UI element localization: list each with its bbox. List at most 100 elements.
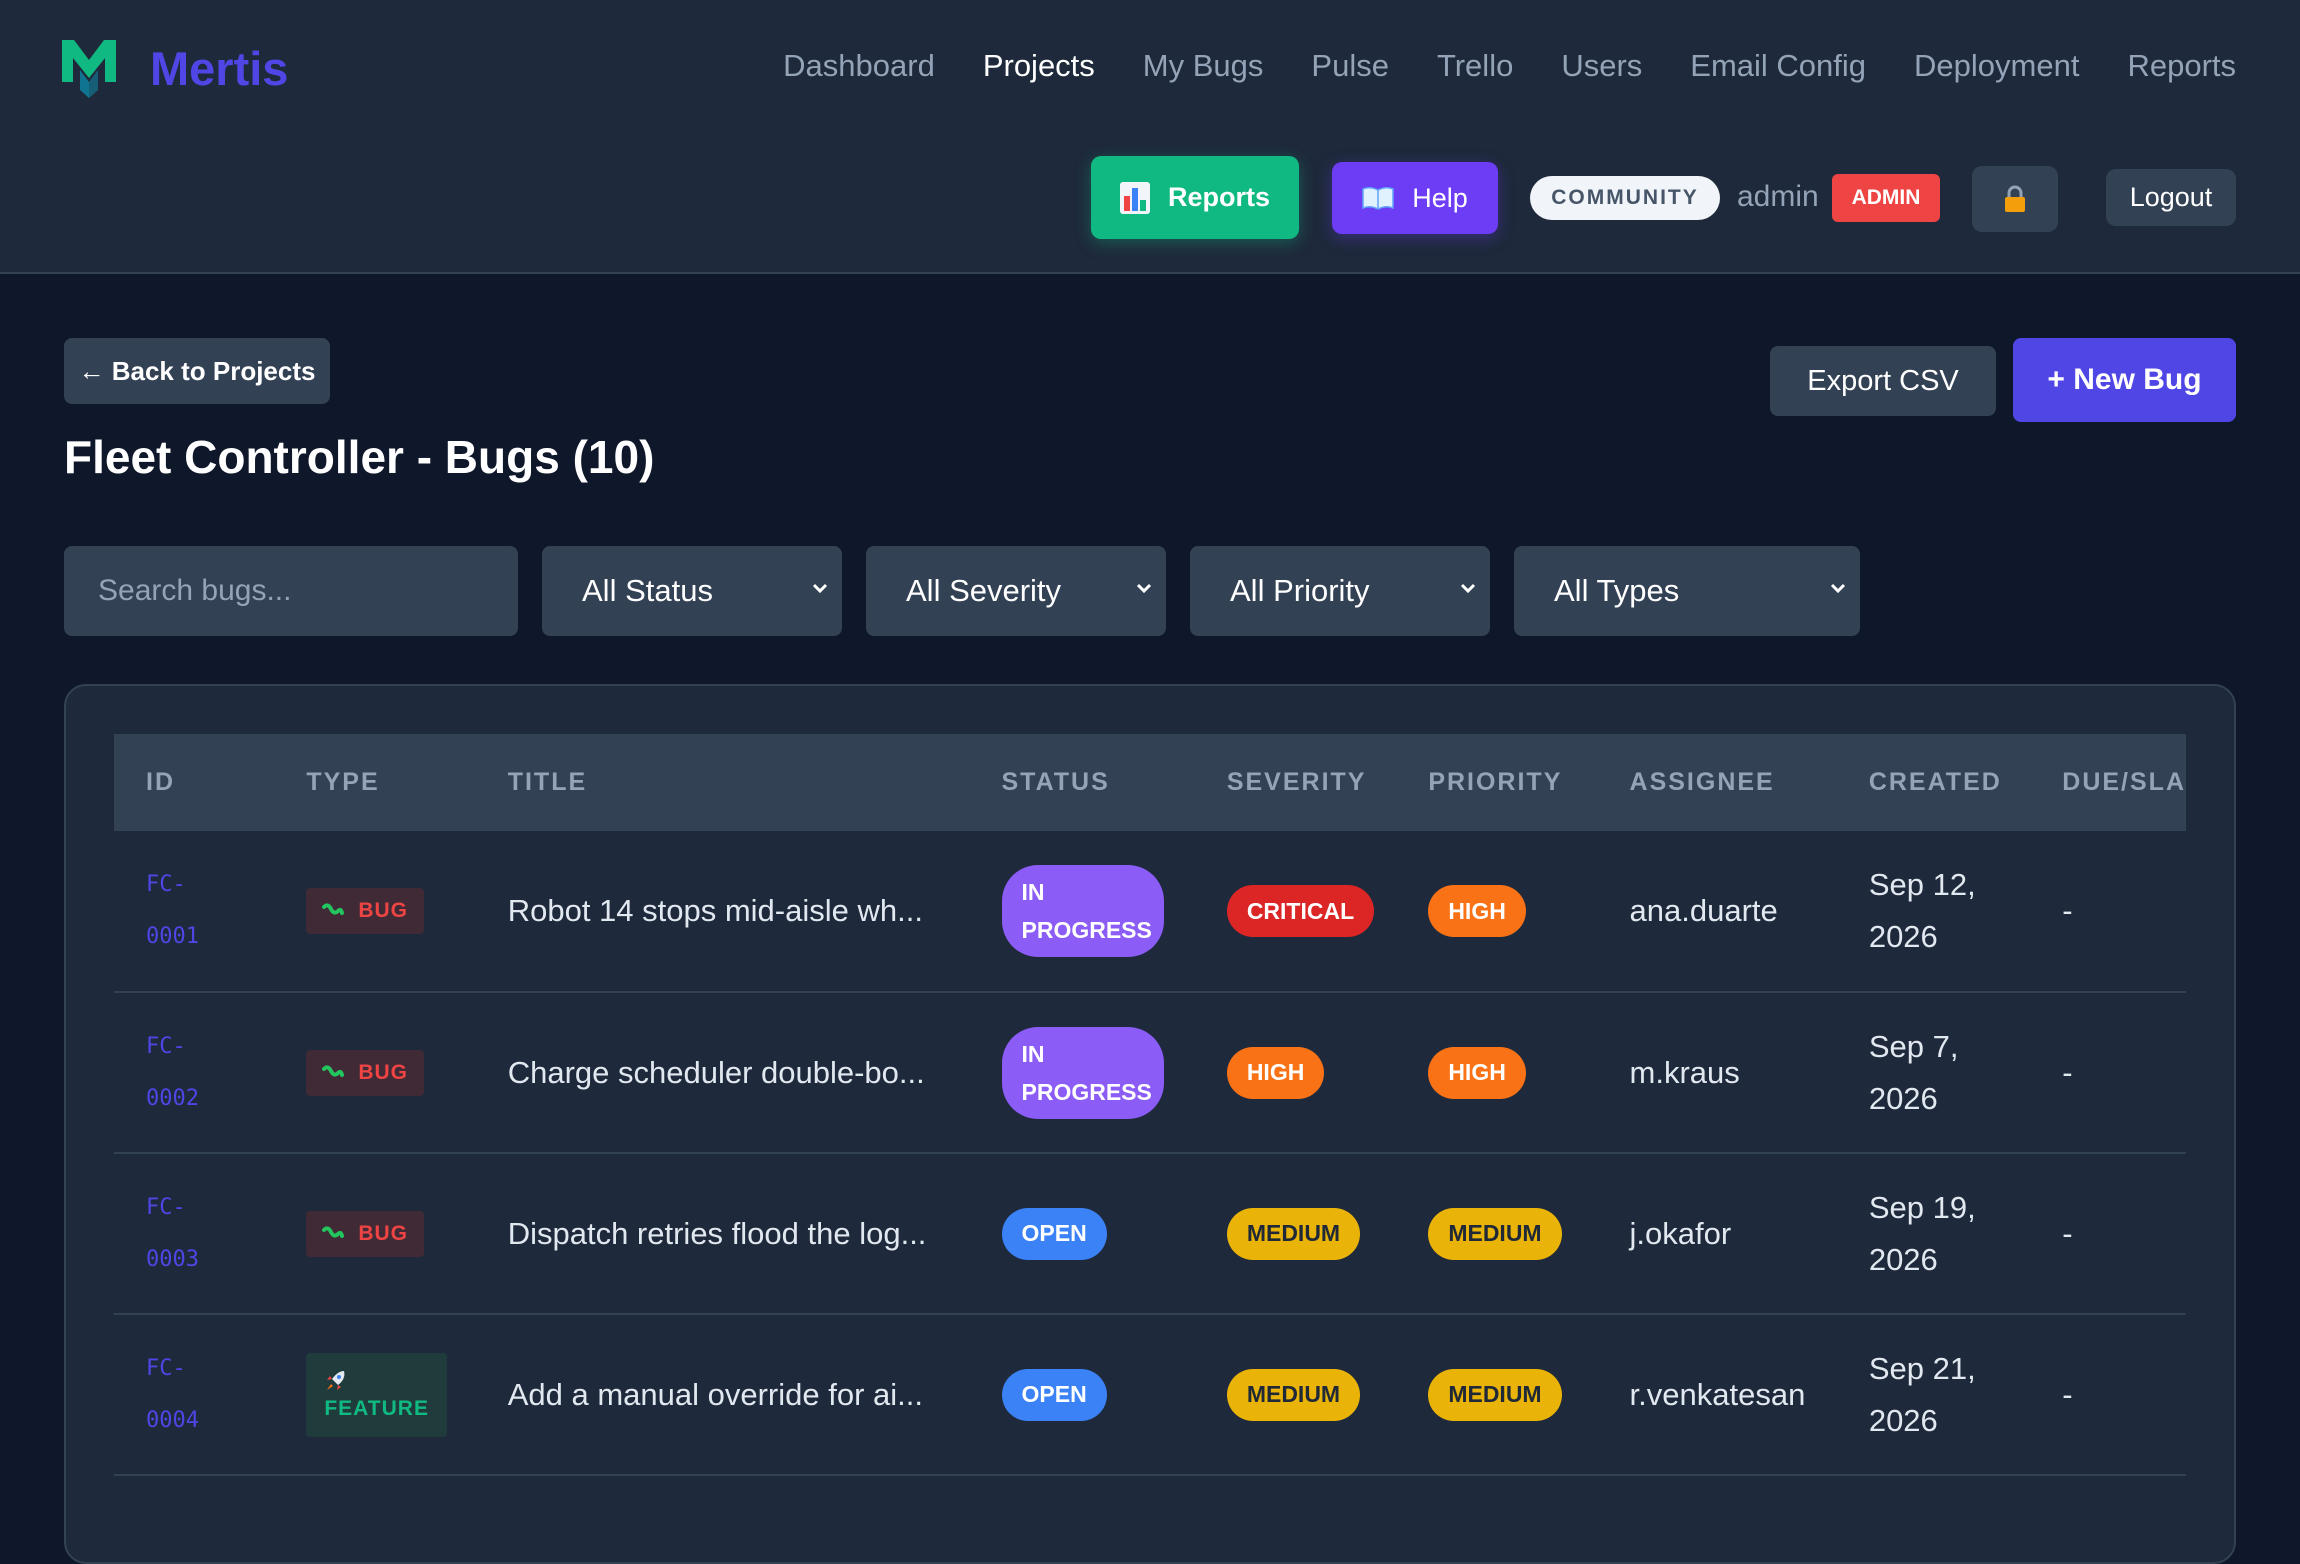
- bug-id-number: 0004: [146, 1407, 199, 1433]
- table-row[interactable]: FC- 0001 BUG Robot 14 stops mid-aisle wh.…: [114, 831, 2186, 992]
- due-sla: -: [2062, 1054, 2073, 1090]
- nav-deployment[interactable]: Deployment: [1914, 48, 2079, 84]
- column-header-created[interactable]: CREATED: [1837, 734, 2030, 831]
- bug-title[interactable]: Charge scheduler double-bo...: [476, 992, 970, 1153]
- chevron-down-icon: [1136, 583, 1152, 594]
- lock-icon: [2005, 185, 2025, 212]
- column-header-status[interactable]: STATUS: [970, 734, 1195, 831]
- bug-icon: [322, 903, 345, 915]
- nav-trello[interactable]: Trello: [1437, 48, 1513, 84]
- type-filter-value: All Types: [1554, 573, 1680, 608]
- bug-title[interactable]: Dispatch retries flood the log...: [476, 1153, 970, 1314]
- help-button[interactable]: Help: [1332, 162, 1498, 234]
- created-date-line1: Sep 7,: [1868, 1028, 1959, 1064]
- priority-filter[interactable]: All Priority: [1190, 546, 1490, 636]
- type-badge-label: FEATURE: [324, 1396, 429, 1420]
- table-row[interactable]: FC- 0003 BUG Dispatch retries flood the l…: [114, 1153, 2186, 1314]
- created-date-line2: 2026: [1868, 1241, 1938, 1277]
- status-badge-line1: IN: [1021, 879, 1045, 905]
- bug-id-link[interactable]: FC- 0002: [114, 992, 274, 1153]
- brand-name: Mertis: [150, 41, 289, 95]
- nav-projects[interactable]: Projects: [983, 48, 1095, 84]
- nav-email-config[interactable]: Email Config: [1690, 48, 1866, 84]
- created-date-line2: 2026: [1868, 1080, 1938, 1116]
- nav-my-bugs[interactable]: My Bugs: [1143, 48, 1264, 84]
- column-header-priority[interactable]: PRIORITY: [1396, 734, 1597, 831]
- status-badge: OPEN: [1001, 1207, 1107, 1260]
- created-date-line1: Sep 19,: [1868, 1189, 1976, 1225]
- assignee: m.kraus: [1629, 1054, 1740, 1090]
- main-nav: Dashboard Projects My Bugs Pulse Trello …: [735, 48, 2236, 84]
- bug-id-prefix: FC-: [146, 1355, 186, 1381]
- status-badge: IN PROGRESS: [1001, 865, 1164, 957]
- column-header-severity[interactable]: SEVERITY: [1195, 734, 1397, 831]
- back-to-projects-button[interactable]: ← Back to Projects: [64, 338, 330, 404]
- edition-badge: COMMUNITY: [1530, 176, 1720, 220]
- severity-badge: CRITICAL: [1226, 885, 1375, 937]
- reports-button-label: Reports: [1167, 182, 1270, 212]
- created-date-line1: Sep 21,: [1868, 1350, 1976, 1386]
- status-filter[interactable]: All Status: [542, 546, 842, 636]
- new-bug-button[interactable]: + New Bug: [2013, 338, 2236, 422]
- bug-icon: [322, 1225, 345, 1238]
- priority-badge: MEDIUM: [1428, 1368, 1562, 1421]
- type-filter[interactable]: All Types: [1514, 546, 1860, 636]
- status-filter-value: All Status: [582, 573, 713, 608]
- search-input[interactable]: [64, 546, 518, 636]
- top-header: Mertis Dashboard Projects My Bugs Pulse …: [0, 0, 2300, 274]
- nav-pulse[interactable]: Pulse: [1311, 48, 1389, 84]
- due-sla: -: [2062, 1215, 2073, 1251]
- created-date-line2: 2026: [1868, 919, 1938, 954]
- status-badge: IN PROGRESS: [1001, 1026, 1164, 1119]
- type-badge: BUG: [306, 888, 425, 934]
- assignee: j.okafor: [1629, 1215, 1732, 1251]
- chevron-down-icon: [1460, 583, 1476, 594]
- bug-id-prefix: FC-: [146, 1194, 186, 1220]
- table-row[interactable]: FC- 0002 BUG Charge scheduler double-bo..…: [114, 992, 2186, 1153]
- chevron-down-icon: [1830, 583, 1846, 594]
- bug-id-prefix: FC-: [146, 1033, 186, 1059]
- bug-id-link[interactable]: FC- 0004: [114, 1314, 274, 1475]
- type-badge-label: BUG: [358, 899, 409, 922]
- column-header-assignee[interactable]: ASSIGNEE: [1598, 734, 1837, 831]
- status-badge-line1: IN: [1021, 1040, 1045, 1067]
- bug-id-link[interactable]: FC- 0003: [114, 1153, 274, 1314]
- table-header-row: ID TYPE TITLE STATUS SEVERITY PRIORITY A…: [114, 734, 2186, 831]
- bar-chart-icon: [1119, 181, 1150, 214]
- bug-icon: [322, 1064, 345, 1077]
- table-row[interactable]: FC- 0004 FEATURE Add a manual override fo…: [114, 1314, 2186, 1475]
- brand[interactable]: Mertis: [62, 38, 288, 98]
- assignee: r.venkatesan: [1629, 1376, 1806, 1412]
- export-csv-button[interactable]: Export CSV: [1770, 346, 1996, 416]
- reports-button[interactable]: Reports: [1091, 156, 1299, 239]
- bug-id-link[interactable]: FC- 0001: [114, 831, 274, 992]
- created-date-line1: Sep 12,: [1868, 867, 1976, 902]
- created-date: Sep 12, 2026: [1837, 831, 2030, 992]
- status-badge: OPEN: [1001, 1368, 1107, 1421]
- priority-badge: HIGH: [1428, 1046, 1526, 1099]
- page-title: Fleet Controller - Bugs (10): [64, 431, 655, 483]
- column-header-id[interactable]: ID: [114, 734, 274, 831]
- severity-filter-value: All Severity: [906, 573, 1062, 608]
- severity-filter[interactable]: All Severity: [866, 546, 1166, 636]
- bug-id-number: 0001: [146, 924, 199, 949]
- column-header-type[interactable]: TYPE: [274, 734, 475, 831]
- logout-button[interactable]: Logout: [2106, 169, 2236, 226]
- nav-reports[interactable]: Reports: [2127, 48, 2236, 84]
- severity-badge: HIGH: [1226, 1046, 1325, 1099]
- nav-users[interactable]: Users: [1561, 48, 1642, 84]
- created-date-line2: 2026: [1868, 1402, 1938, 1438]
- bug-id-number: 0003: [146, 1246, 199, 1272]
- bug-id-number: 0002: [146, 1085, 199, 1111]
- column-header-due-sla[interactable]: DUE/SLA: [2030, 734, 2186, 831]
- column-header-title[interactable]: TITLE: [476, 734, 970, 831]
- severity-badge: MEDIUM: [1226, 1207, 1361, 1260]
- bug-title[interactable]: Robot 14 stops mid-aisle wh...: [476, 831, 970, 992]
- nav-dashboard[interactable]: Dashboard: [783, 48, 935, 84]
- type-badge-label: BUG: [358, 1221, 409, 1245]
- lock-button[interactable]: [1972, 166, 2058, 232]
- type-badge: FEATURE: [306, 1352, 447, 1437]
- username: admin: [1737, 180, 1819, 213]
- bug-title[interactable]: Add a manual override for ai...: [476, 1314, 970, 1475]
- help-button-label: Help: [1412, 182, 1468, 213]
